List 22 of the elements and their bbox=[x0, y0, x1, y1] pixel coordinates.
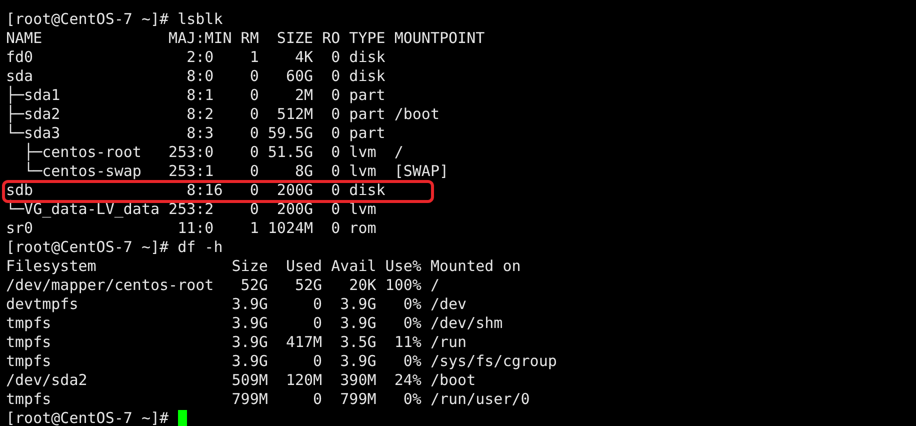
terminal-line: └─sda3 8:3 0 59.5G 0 part bbox=[6, 124, 386, 142]
terminal-line: ├─sda2 8:2 0 512M 0 part /boot bbox=[6, 105, 440, 123]
terminal-line: /dev/mapper/centos-root 52G 52G 20K 100% / bbox=[6, 276, 440, 294]
terminal-line: /dev/sda2 509M 120M 390M 24% /boot bbox=[6, 371, 476, 389]
terminal-line: ├─sda1 8:1 0 2M 0 part bbox=[6, 86, 386, 104]
terminal-line: tmpfs 3.9G 0 3.9G 0% /sys/fs/cgroup bbox=[6, 352, 557, 370]
terminal-line: [root@CentOS-7 ~]# lsblk bbox=[6, 10, 223, 28]
terminal-line: sdb 8:16 0 200G 0 disk bbox=[6, 181, 386, 199]
terminal-line: └─VG_data-LV_data 253:2 0 200G 0 lvm bbox=[6, 200, 376, 218]
terminal-line: sr0 11:0 1 1024M 0 rom bbox=[6, 219, 376, 237]
terminal-line: tmpfs 3.9G 417M 3.5G 11% /run bbox=[6, 333, 467, 351]
terminal-line: sda 8:0 0 60G 0 disk bbox=[6, 67, 386, 85]
terminal-line: ├─centos-root 253:0 0 51.5G 0 lvm / bbox=[23, 143, 404, 161]
terminal-line: tmpfs 799M 0 799M 0% /run/user/0 bbox=[6, 390, 530, 408]
terminal-line: fd0 2:0 1 4K 0 disk bbox=[6, 48, 386, 66]
command-prompt: [root@CentOS-7 ~]# bbox=[6, 409, 169, 426]
terminal-line: [root@CentOS-7 ~]# df -h bbox=[6, 238, 223, 256]
terminal-line: devtmpfs 3.9G 0 3.9G 0% /dev bbox=[6, 295, 467, 313]
terminal-line: └─centos-swap 253:1 0 8G 0 lvm [SWAP] bbox=[23, 162, 449, 180]
terminal-line: NAME MAJ:MIN RM SIZE RO TYPE MOUNTPOINT bbox=[6, 29, 485, 47]
terminal-line: Filesystem Size Used Avail Use% Mounted on bbox=[6, 257, 521, 275]
terminal-line: tmpfs 3.9G 0 3.9G 0% /dev/shm bbox=[6, 314, 503, 332]
